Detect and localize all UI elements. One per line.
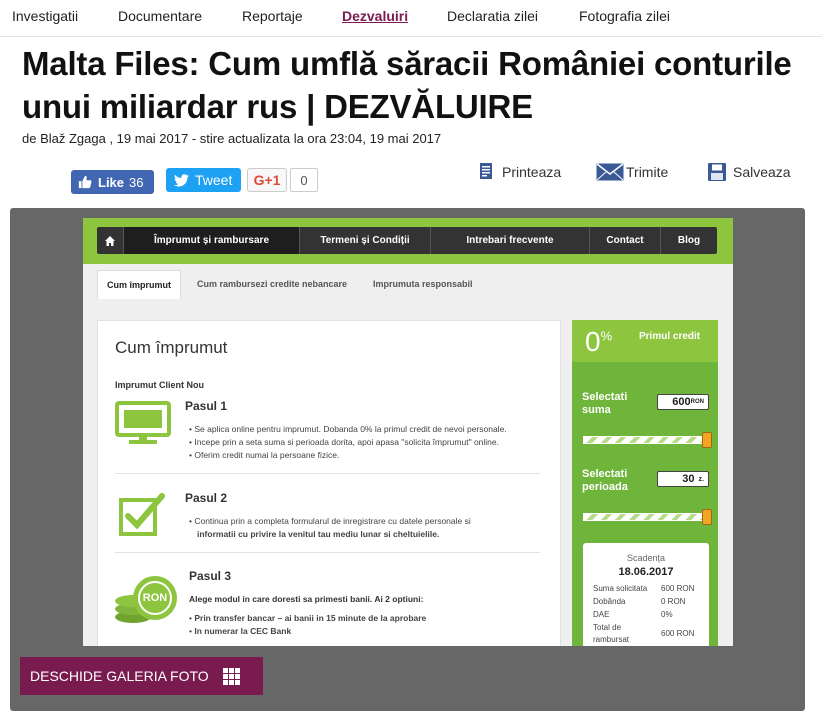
site-panel-title: Cum împrumut (115, 338, 228, 357)
summary-key: Suma solicitata (593, 584, 648, 593)
nav-divider (0, 36, 822, 37)
envelope-icon (596, 163, 624, 181)
like-label: Like (98, 174, 125, 190)
twitter-bird-icon (174, 173, 189, 186)
home-icon (97, 227, 123, 254)
site-step-title: Pasul 1 (185, 399, 228, 413)
offer-percent: 0% (585, 326, 613, 357)
site-step-bullet: • Oferim credit numai la persoane fizice… (189, 450, 340, 460)
save-label: Salveaza (733, 164, 791, 180)
top-navigation: Investigatii Documentare Reportaje Dezva… (0, 0, 822, 34)
site-menu-item: Termeni și Condiții (320, 235, 410, 246)
site-subtab: Imprumuta responsabil (373, 279, 473, 289)
tweet-label: Tweet (195, 172, 233, 188)
nav-item-reportaje[interactable]: Reportaje (242, 8, 303, 24)
nav-item-fotografia-zilei[interactable]: Fotografia zilei (579, 8, 670, 24)
amount-slider (583, 436, 712, 444)
coin-label: RON (142, 592, 168, 604)
site-step-bullet: • Se aplica online pentru imprumut. Doba… (189, 424, 507, 434)
site-menu-item: Intrebari frecvente (466, 235, 554, 246)
site-client-label: Imprumut Client Nou (115, 380, 204, 390)
print-label: Printeaza (502, 164, 562, 180)
thumbs-up-icon (78, 175, 92, 189)
loan-summary-card: Scadența 18.06.2017 Suma solicitata 600 … (583, 543, 709, 646)
save-button[interactable]: Salveaza (708, 163, 791, 181)
amount-label: Selectati suma (582, 391, 628, 416)
site-menu-bar: Împrumut și rambursare Termeni și Condiț… (97, 227, 717, 254)
floppy-disk-icon (708, 163, 726, 181)
amount-slider-handle (702, 432, 712, 448)
nav-item-declaratia-zilei[interactable]: Declaratia zilei (447, 8, 538, 24)
gallery-image[interactable]: Împrumut și rambursare Termeni și Condiț… (83, 218, 733, 646)
facebook-like-button[interactable]: Like 36 (71, 170, 154, 194)
due-caption: Scadența (626, 553, 666, 563)
site-subtab-active: Cum împrumut (97, 270, 181, 299)
site-step-bullet: informatii cu privire la venitul tau med… (197, 529, 440, 539)
site-step-bullet: • In numerar la CEC Bank (189, 626, 292, 636)
site-step-title: Pasul 2 (185, 491, 228, 505)
like-count: 36 (129, 174, 144, 190)
open-gallery-button[interactable]: DESCHIDE GALERIA FOTO (20, 657, 263, 695)
summary-key: Dobânda (593, 597, 626, 606)
nav-item-documentare[interactable]: Documentare (118, 8, 202, 24)
open-gallery-label: DESCHIDE GALERIA FOTO (30, 668, 209, 684)
site-menu-item: Contact (606, 235, 644, 246)
period-field: 30 z. (657, 471, 709, 487)
summary-value: 0% (661, 610, 673, 619)
article-title: Malta Files: Cum umflă săracii României … (22, 45, 792, 125)
due-date: 18.06.2017 (618, 566, 674, 578)
send-label: Trimite (626, 164, 669, 180)
print-button[interactable]: Printeaza (479, 163, 561, 181)
summary-key: Total de (593, 623, 622, 632)
site-menu-item: Împrumut și rambursare (124, 227, 299, 254)
period-slider (583, 513, 712, 521)
article-byline: de Blaž Zgaga , 19 mai 2017 - stire actu… (22, 131, 442, 146)
grid-icon (222, 667, 240, 685)
nav-item-investigatii[interactable]: Investigatii (12, 8, 78, 24)
summary-value: 600 RON (661, 629, 695, 638)
site-step-bullet: • Prin transfer bancar – ai banii in 15 … (189, 613, 427, 623)
google-plus-button[interactable]: G+1 (247, 168, 287, 192)
summary-key: rambursat (593, 635, 630, 644)
tweet-button[interactable]: Tweet (166, 168, 241, 192)
site-step-bullet: • Continua prin a completa formularul de… (189, 516, 471, 526)
offer-label: Primul credit (639, 331, 701, 342)
period-slider-handle (702, 509, 712, 525)
site-step-title: Pasul 3 (189, 569, 232, 583)
summary-key: DAE (593, 610, 610, 619)
nav-item-dezvaluiri[interactable]: Dezvaluiri (342, 8, 408, 24)
google-plus-count: 0 (290, 168, 318, 192)
period-label: Selectati perioada (582, 468, 628, 493)
summary-value: 600 RON (661, 584, 695, 593)
print-icon (480, 163, 492, 179)
site-step-bullet: • Incepe prin a seta suma si perioada do… (189, 437, 499, 447)
send-button[interactable]: Trimite (596, 163, 668, 181)
site-menu-item: Blog (677, 235, 701, 246)
amount-field: 600 RON (657, 394, 709, 410)
checkbox-icon (119, 493, 165, 536)
summary-value: 0 RON (661, 597, 686, 606)
site-step-intro: Alege modul in care doresti sa primesti … (189, 594, 424, 604)
site-subtab: Cum rambursezi credite nebancare (197, 279, 348, 289)
monitor-icon (115, 401, 171, 444)
